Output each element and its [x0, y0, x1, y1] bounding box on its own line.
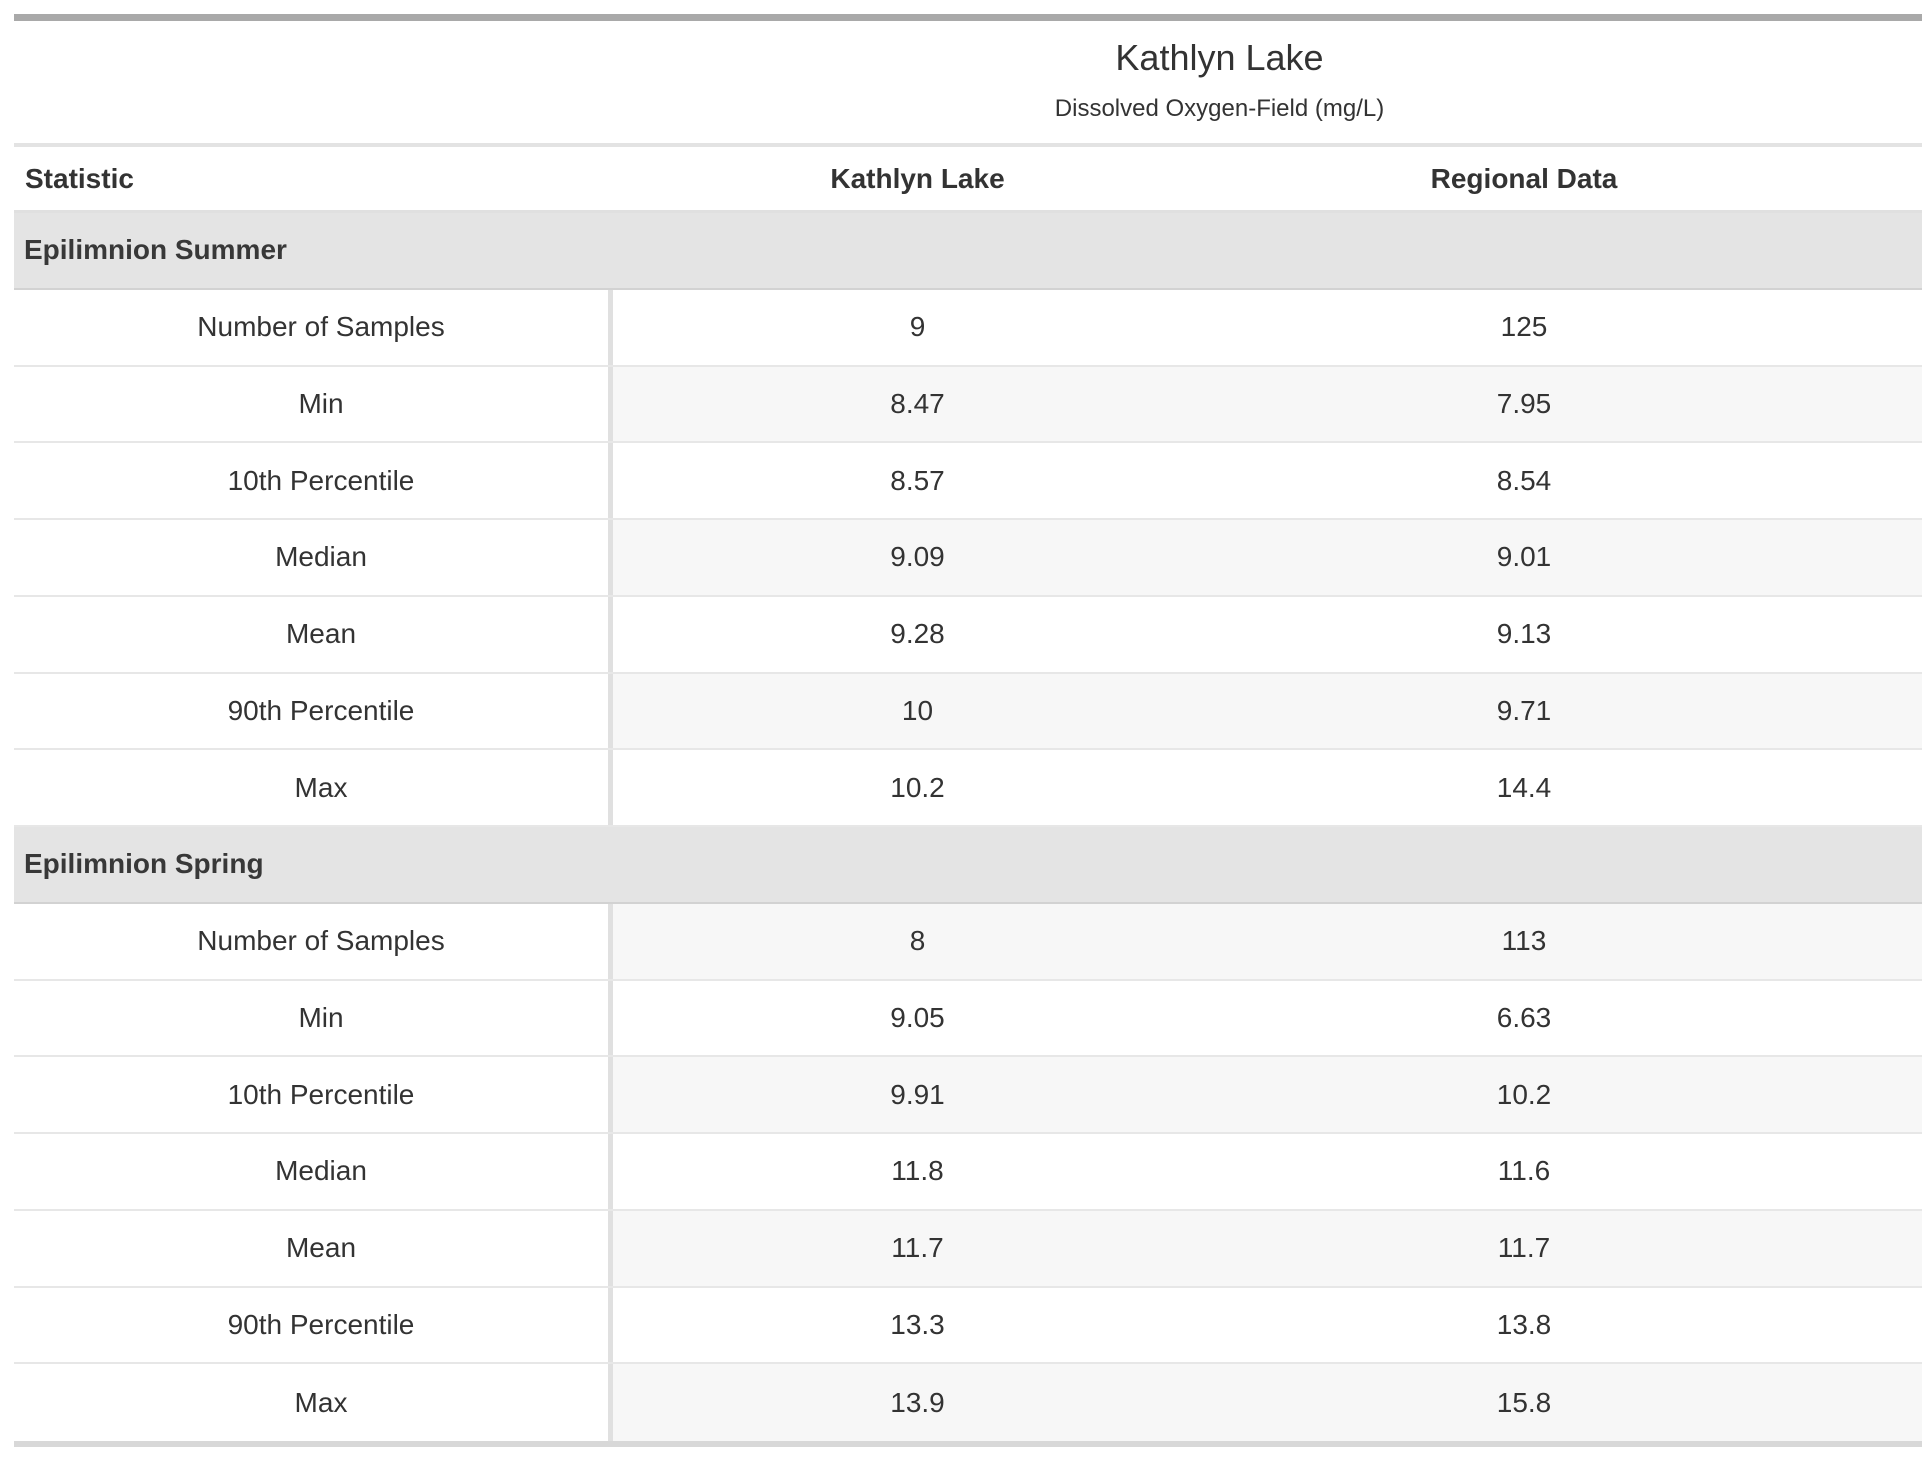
regional-value-cell: 15.8 [1222, 1364, 1826, 1441]
stat-label-cell: Min [14, 980, 613, 1056]
lake-value-cell: 8.47 [613, 366, 1222, 442]
page-subtitle: Dissolved Oxygen-Field (mg/L) [1054, 95, 1385, 122]
row-spacer [1826, 1364, 1922, 1441]
stat-label-cell: Median [14, 1134, 613, 1209]
stat-label-cell: 10th Percentile [14, 443, 613, 518]
stat-label-cell: Max [14, 1364, 613, 1441]
table-row-spring-median: Median 11.8 11.6 [14, 1134, 1922, 1211]
regional-value-cell: 13.8 [1496, 1308, 1552, 1340]
regional-value-cell: 9.13 [1496, 618, 1552, 650]
row-spacer [1826, 597, 1922, 672]
row-spacer [1826, 366, 1922, 442]
section-header-label: Epilimnion Summer [24, 234, 287, 265]
row-spacer [1826, 1288, 1922, 1363]
table-row-summer-max: Max 10.2 14.4 [14, 750, 1922, 827]
section-header-epilimnion-summer: Epilimnion Summer [14, 213, 1922, 290]
regional-value-cell: 9.71 [1222, 673, 1826, 749]
lake-value-cell: 9.09 [613, 520, 1222, 595]
table-row-summer-90th-percentile: 90th Percentile 10 9.71 [14, 673, 1922, 751]
table-row-summer-number-of-samples: Number of Samples 9 125 [14, 289, 1922, 367]
lake-value-cell: 10 [613, 673, 1222, 749]
row-spacer [1826, 750, 1922, 825]
stat-label-cell: Mean [14, 1210, 613, 1286]
stat-label-cell: Min [14, 366, 613, 442]
lake-value-cell: 9.05 [890, 1001, 945, 1033]
table-header-row: Statistic Kathlyn Lake Regional Data [14, 147, 1922, 213]
stat-label-cell: Max [14, 750, 613, 825]
regional-value-cell: 14.4 [1496, 771, 1552, 803]
report-container: Kathlyn Lake Dissolved Oxygen-Field (mg/… [14, 14, 1922, 1447]
column-header-statistic: Statistic [25, 162, 134, 194]
column-header-regional-data: Regional Data [1430, 162, 1618, 194]
regional-value-cell: 6.63 [1496, 1001, 1552, 1033]
row-spacer [1826, 1134, 1922, 1209]
title-block: Kathlyn Lake Dissolved Oxygen-Field (mg/… [14, 21, 1922, 143]
lake-value-cell: 13.9 [613, 1364, 1222, 1441]
table-bottom-border-bar [14, 1441, 1922, 1447]
table-row-spring-max: Max 13.9 15.8 [14, 1364, 1922, 1441]
lake-value-cell: 9.28 [890, 618, 945, 650]
row-spacer [1826, 1057, 1922, 1132]
lake-value-cell: 9.91 [613, 1057, 1222, 1132]
lake-value-cell: 11.8 [891, 1155, 944, 1187]
table-top-border-bar [14, 14, 1922, 21]
stat-label-cell: Number of Samples [14, 903, 613, 979]
table-row-spring-90th-percentile: 90th Percentile 13.3 13.8 [14, 1287, 1922, 1365]
regional-value-cell: 125 [1500, 311, 1548, 343]
stats-table: Statistic Kathlyn Lake Regional Data Epi… [14, 147, 1922, 1447]
regional-value-cell: 8.54 [1496, 464, 1552, 496]
table-row-summer-median: Median 9.09 9.01 [14, 520, 1922, 597]
row-spacer [1826, 443, 1922, 518]
row-spacer [1826, 520, 1922, 595]
row-spacer [1826, 673, 1922, 749]
row-spacer [1826, 290, 1922, 365]
regional-value-cell: 11.7 [1222, 1210, 1826, 1286]
table-row-summer-10th-percentile: 10th Percentile 8.57 8.54 [14, 443, 1922, 520]
page-title: Kathlyn Lake [1115, 37, 1324, 78]
lake-value-cell: 13.3 [890, 1308, 945, 1340]
row-spacer [1826, 903, 1922, 979]
column-header-kathlyn-lake: Kathlyn Lake [830, 162, 1005, 194]
table-row-summer-mean: Mean 9.28 9.13 [14, 596, 1922, 674]
stat-label-cell: 10th Percentile [14, 1057, 613, 1132]
row-spacer [1826, 1210, 1922, 1286]
stat-label-cell: Median [14, 520, 613, 595]
table-row-spring-min: Min 9.05 6.63 [14, 980, 1922, 1058]
regional-value-cell: 11.6 [1497, 1155, 1551, 1187]
lake-value-cell: 9 [909, 311, 926, 343]
section-header-label: Epilimnion Spring [24, 848, 264, 879]
table-row-spring-number-of-samples: Number of Samples 8 113 [14, 903, 1922, 981]
lake-value-cell: 8 [613, 903, 1222, 979]
table-row-summer-min: Min 8.47 7.95 [14, 366, 1922, 444]
stat-label-cell: 90th Percentile [14, 1287, 613, 1363]
regional-value-cell: 113 [1222, 903, 1826, 979]
stat-label-cell: Number of Samples [14, 289, 613, 365]
table-row-spring-mean: Mean 11.7 11.7 [14, 1210, 1922, 1288]
regional-value-cell: 7.95 [1222, 366, 1826, 442]
regional-value-cell: 9.01 [1222, 520, 1826, 595]
table-row-spring-10th-percentile: 10th Percentile 9.91 10.2 [14, 1057, 1922, 1134]
regional-value-cell: 10.2 [1222, 1057, 1826, 1132]
stat-label-cell: 90th Percentile [14, 673, 613, 749]
section-header-epilimnion-spring: Epilimnion Spring [14, 827, 1922, 904]
lake-value-cell: 10.2 [890, 771, 945, 803]
lake-value-cell: 11.7 [613, 1210, 1222, 1286]
row-spacer [1826, 981, 1922, 1056]
lake-value-cell: 8.57 [890, 464, 945, 496]
stat-label-cell: Mean [14, 596, 613, 672]
